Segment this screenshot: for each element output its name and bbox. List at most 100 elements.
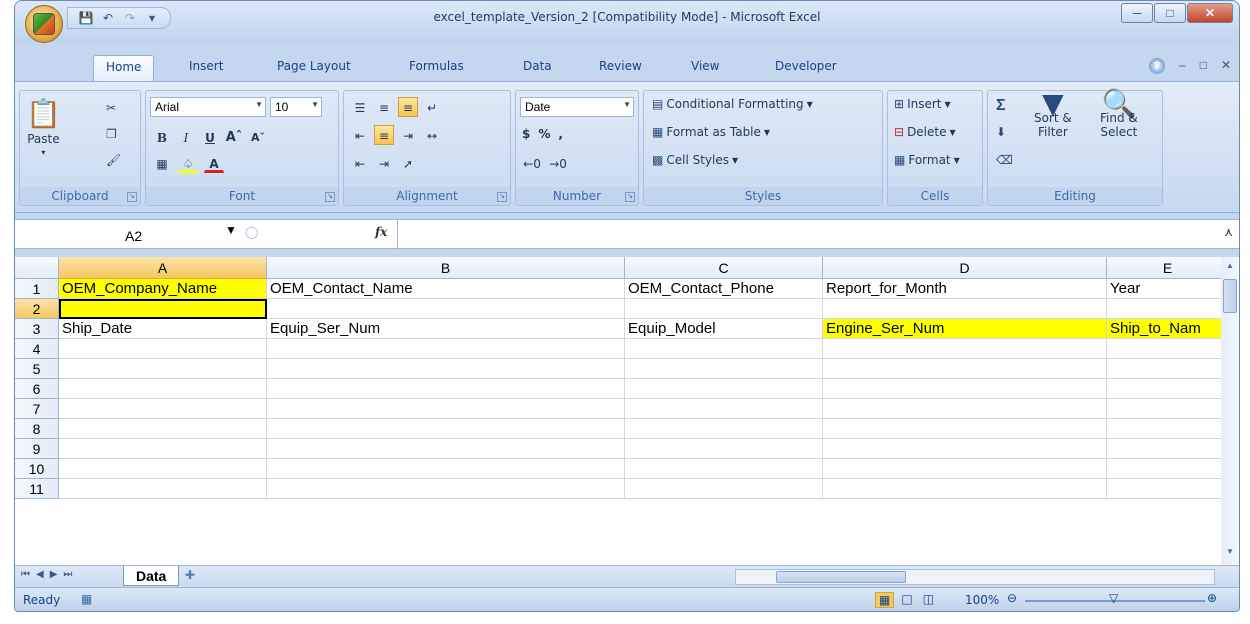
currency-icon[interactable]: $ — [522, 127, 530, 141]
underline-icon[interactable]: U — [200, 127, 220, 147]
insert-cells-button[interactable]: ⊞ Insert ▼ — [894, 97, 951, 111]
tab-insert[interactable]: Insert — [189, 59, 223, 73]
cell-c10[interactable] — [625, 459, 823, 479]
decrease-decimal-icon[interactable]: →0 — [548, 153, 568, 173]
font-color-icon[interactable]: A — [204, 153, 224, 173]
number-format-combo[interactable]: Date ▼ — [520, 97, 634, 117]
fill-color-icon[interactable]: ♤ — [178, 153, 198, 173]
cell-b1[interactable]: OEM_Contact_Name — [267, 279, 625, 299]
insert-sheet-icon[interactable]: ✚ — [185, 568, 195, 582]
row-header-5[interactable]: 5 — [15, 359, 59, 379]
help-icon[interactable]: ? — [1149, 58, 1165, 74]
cell-e7[interactable] — [1107, 399, 1229, 419]
ribbon-close-icon[interactable]: ✕ — [1221, 58, 1231, 74]
tab-developer[interactable]: Developer — [775, 59, 837, 73]
tab-review[interactable]: Review — [599, 59, 642, 73]
decrease-indent-icon[interactable]: ⇤ — [350, 153, 370, 173]
zoom-slider-thumb-icon[interactable]: ▽ — [1109, 591, 1118, 605]
cell-b11[interactable] — [267, 479, 625, 499]
tab-formulas[interactable]: Formulas — [409, 59, 464, 73]
number-launcher-icon[interactable]: ↘ — [625, 192, 635, 202]
cell-d5[interactable] — [823, 359, 1107, 379]
cell-d9[interactable] — [823, 439, 1107, 459]
scroll-thumb[interactable] — [1223, 279, 1237, 313]
row-header-10[interactable]: 10 — [15, 459, 59, 479]
zoom-in-icon[interactable]: ⊕ — [1207, 591, 1217, 605]
zoom-level[interactable]: 100% — [965, 593, 999, 607]
increase-decimal-icon[interactable]: ←0 — [522, 153, 542, 173]
cell-e4[interactable] — [1107, 339, 1229, 359]
page-break-view-icon[interactable]: ◫ — [920, 592, 937, 608]
cell-a2[interactable] — [59, 299, 267, 319]
cell-c11[interactable] — [625, 479, 823, 499]
cell-b8[interactable] — [267, 419, 625, 439]
cell-styles-button[interactable]: ▩ Cell Styles ▼ — [652, 153, 738, 167]
cell-d1[interactable]: Report_for_Month — [823, 279, 1107, 299]
name-box[interactable]: A2 — [21, 225, 241, 247]
column-header-b[interactable]: B — [267, 257, 625, 279]
format-as-table-button[interactable]: ▦ Format as Table ▼ — [652, 125, 770, 139]
cell-d7[interactable] — [823, 399, 1107, 419]
increase-indent-icon[interactable]: ⇥ — [374, 153, 394, 173]
row-header-4[interactable]: 4 — [15, 339, 59, 359]
minimize-button[interactable]: ─ — [1121, 3, 1153, 23]
orientation-icon[interactable]: ➚ — [398, 153, 418, 173]
cell-e5[interactable] — [1107, 359, 1229, 379]
row-header-8[interactable]: 8 — [15, 419, 59, 439]
cell-e9[interactable] — [1107, 439, 1229, 459]
bold-icon[interactable]: B — [152, 127, 172, 147]
cell-a6[interactable] — [59, 379, 267, 399]
find-select-button[interactable]: 🔍 Find & Select — [1100, 90, 1138, 140]
copy-icon[interactable]: ❐ — [106, 127, 117, 141]
tab-page-layout[interactable]: Page Layout — [277, 59, 351, 73]
cell-e2[interactable] — [1107, 299, 1229, 319]
font-launcher-icon[interactable]: ↘ — [325, 192, 335, 202]
cell-c1[interactable]: OEM_Contact_Phone — [625, 279, 823, 299]
close-button[interactable]: ✕ — [1187, 3, 1233, 23]
zoom-out-icon[interactable]: ⊖ — [1007, 591, 1017, 605]
fill-icon[interactable]: ⬇ — [996, 125, 1006, 139]
cell-c8[interactable] — [625, 419, 823, 439]
clipboard-launcher-icon[interactable]: ↘ — [127, 192, 137, 202]
clear-icon[interactable]: ⌫ — [996, 153, 1013, 167]
wrap-text-icon[interactable]: ↵ — [422, 97, 442, 117]
prev-sheet-icon[interactable]: ◀ — [36, 569, 44, 580]
cell-a4[interactable] — [59, 339, 267, 359]
cell-b10[interactable] — [267, 459, 625, 479]
cell-b6[interactable] — [267, 379, 625, 399]
format-painter-icon[interactable]: 🖌 — [106, 153, 121, 167]
row-header-6[interactable]: 6 — [15, 379, 59, 399]
cell-e10[interactable] — [1107, 459, 1229, 479]
alignment-launcher-icon[interactable]: ↘ — [497, 192, 507, 202]
maximize-button[interactable]: □ — [1154, 3, 1186, 23]
column-header-c[interactable]: C — [625, 257, 823, 279]
column-header-e[interactable]: E — [1107, 257, 1229, 279]
vertical-scrollbar[interactable]: ▲ ▼ — [1221, 257, 1239, 565]
center-icon[interactable]: ≡ — [374, 125, 394, 145]
top-align-icon[interactable]: ☰ — [350, 97, 370, 117]
align-left-icon[interactable]: ⇤ — [350, 125, 370, 145]
h-scroll-thumb[interactable] — [776, 571, 906, 583]
cell-a1[interactable]: OEM_Company_Name — [59, 279, 267, 299]
sheet-tab-data[interactable]: Data — [123, 566, 180, 586]
cell-a8[interactable] — [59, 419, 267, 439]
merge-center-icon[interactable]: ↔ — [422, 125, 442, 145]
worksheet-grid[interactable]: A B C D E 1 2 3 4 5 6 7 8 9 10 11 OEM_Co… — [15, 257, 1229, 565]
cell-c5[interactable] — [625, 359, 823, 379]
ribbon-restore-icon[interactable]: □ — [1200, 58, 1207, 74]
cell-e11[interactable] — [1107, 479, 1229, 499]
cell-c2[interactable] — [625, 299, 823, 319]
next-sheet-icon[interactable]: ▶ — [50, 569, 58, 580]
row-header-2[interactable]: 2 — [15, 299, 59, 319]
select-all-corner[interactable] — [15, 257, 59, 279]
cell-a9[interactable] — [59, 439, 267, 459]
row-header-3[interactable]: 3 — [15, 319, 59, 339]
cell-c7[interactable] — [625, 399, 823, 419]
macro-record-icon[interactable]: ▦ — [81, 592, 92, 606]
align-right-icon[interactable]: ⇥ — [398, 125, 418, 145]
name-box-dropdown-icon[interactable]: ▼ — [225, 223, 237, 237]
row-header-7[interactable]: 7 — [15, 399, 59, 419]
borders-icon[interactable]: ▦ — [152, 153, 172, 173]
cell-b4[interactable] — [267, 339, 625, 359]
cell-c3[interactable]: Equip_Model — [625, 319, 823, 339]
